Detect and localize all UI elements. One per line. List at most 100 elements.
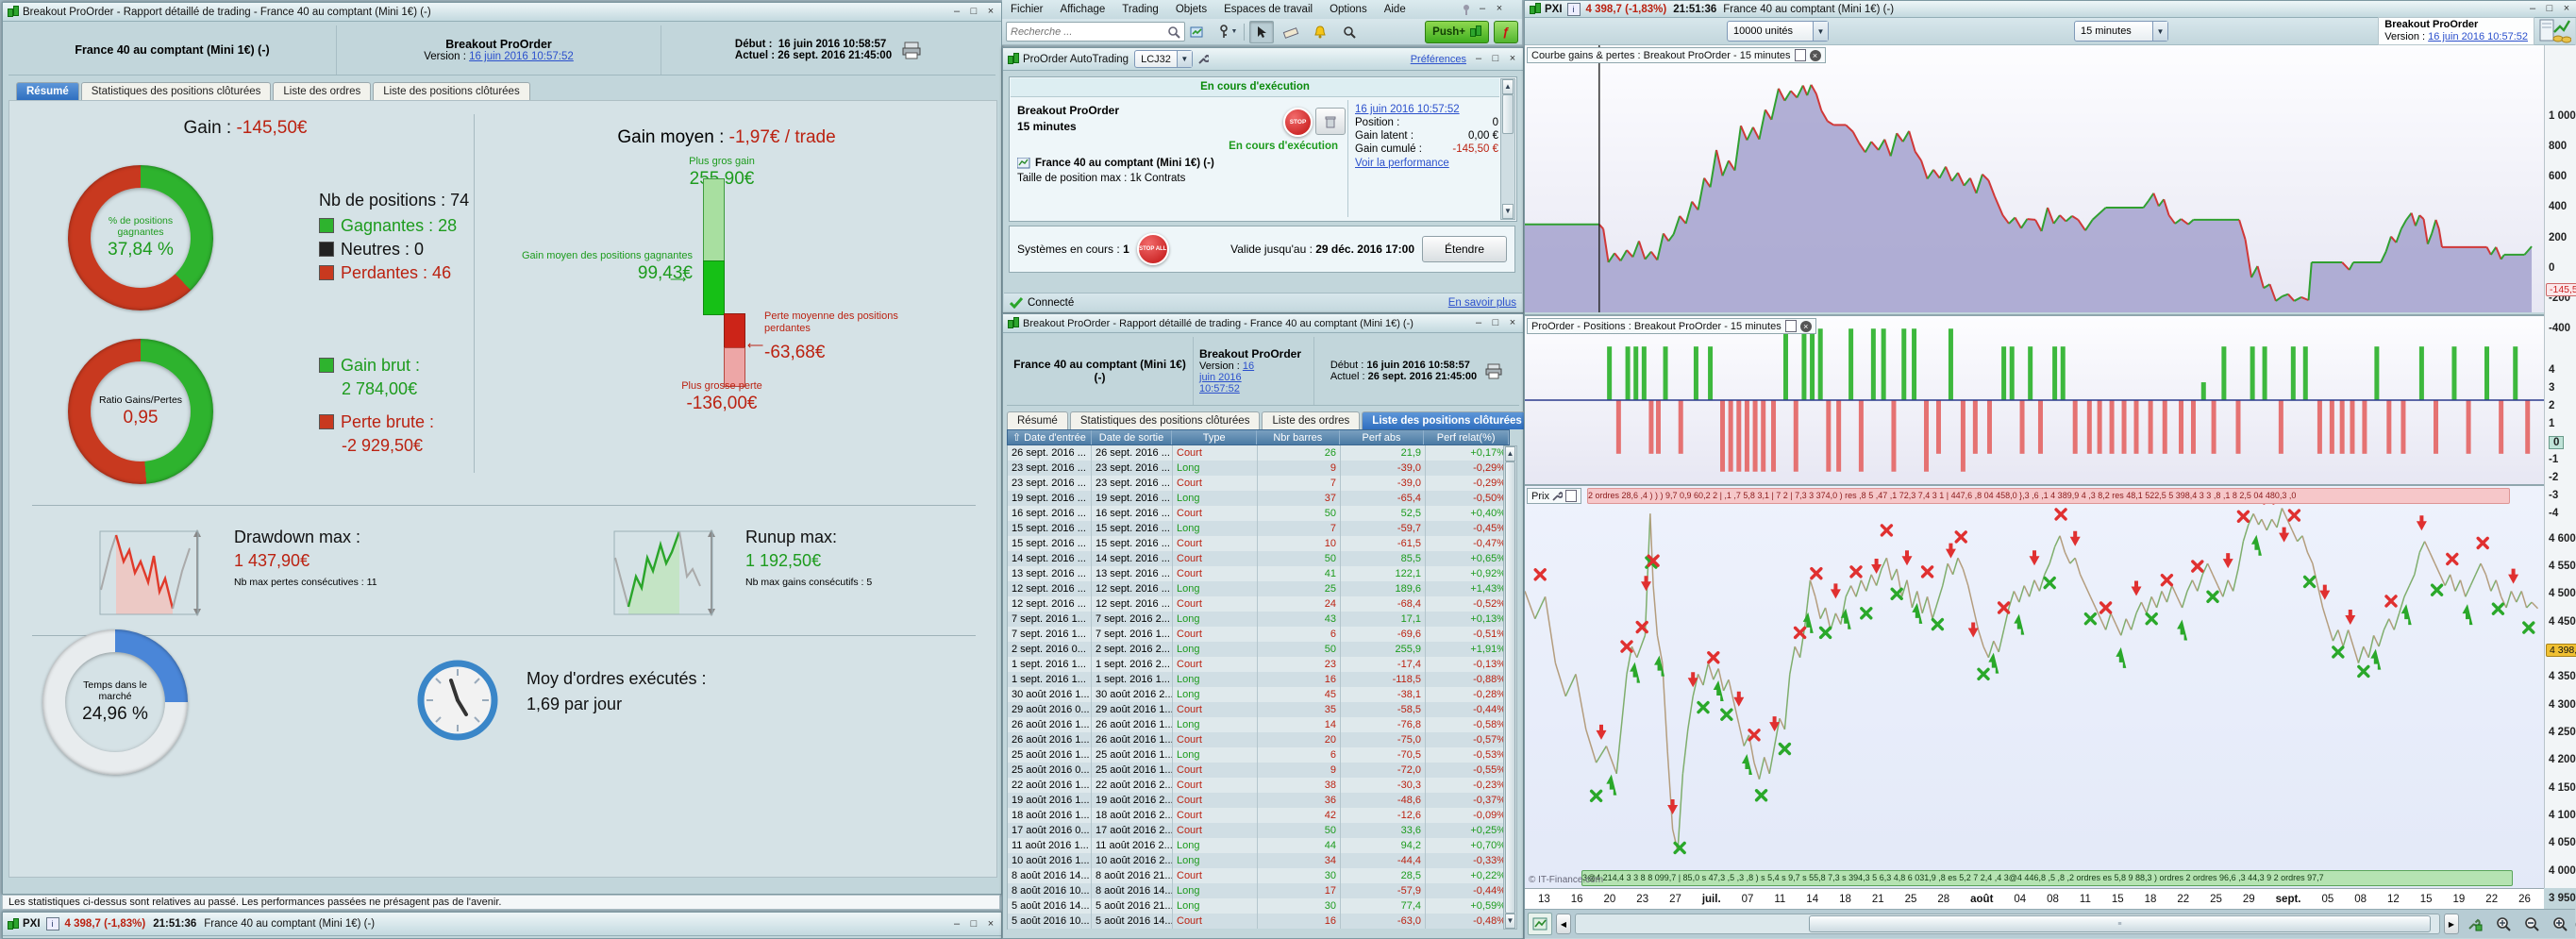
table-row[interactable]: 22 août 2016 1...22 août 2016 2...Court3…	[1008, 778, 1511, 793]
search-icon[interactable]	[1167, 25, 1180, 39]
column-header-4[interactable]: Nbr barres	[1257, 430, 1340, 444]
table-row[interactable]: 15 sept. 2016 ...15 sept. 2016 ...Court1…	[1008, 536, 1511, 551]
column-header-5[interactable]: Perf abs	[1340, 430, 1425, 444]
close-icon[interactable]: ×	[1810, 50, 1821, 61]
table-row[interactable]: 1 sept. 2016 1...1 sept. 2016 1...Long16…	[1008, 672, 1511, 687]
column-header-1[interactable]: ⇧ Date d'entrée	[1008, 430, 1092, 444]
alert-bell-icon[interactable]	[1308, 21, 1332, 43]
scrollbar-horizontal[interactable]: ≡	[1575, 914, 2440, 934]
minimize-icon[interactable]: –	[950, 6, 963, 18]
close-icon[interactable]: ×	[1800, 321, 1812, 332]
wrench-icon[interactable]	[1552, 491, 1563, 501]
menu-item-fichier[interactable]: Fichier	[1002, 2, 1052, 17]
preferences-link[interactable]: Préférences	[1411, 54, 1466, 65]
timeframe-dropdown[interactable]: 15 minutes▼	[2074, 21, 2168, 42]
printer-icon[interactable]	[901, 41, 922, 59]
table-row[interactable]: 11 août 2016 1...11 août 2016 2...Long44…	[1008, 838, 1511, 853]
scroll-down-icon[interactable]: ▼	[1502, 204, 1514, 219]
stop-all-button[interactable]: STOP ALL	[1137, 233, 1169, 265]
minimize-icon[interactable]: –	[2526, 3, 2539, 15]
wrench-icon[interactable]	[1193, 50, 1213, 69]
push-button[interactable]: Push+	[1425, 21, 1489, 43]
scroll-down-icon[interactable]: ▼	[1505, 914, 1515, 929]
table-row[interactable]: 10 août 2016 1...10 août 2016 2...Long34…	[1008, 853, 1511, 868]
column-header-3[interactable]: Type	[1172, 430, 1257, 444]
maximize-icon[interactable]: □	[2543, 3, 2556, 15]
table-row[interactable]: 19 sept. 2016 ...19 sept. 2016 ...Long37…	[1008, 491, 1511, 506]
table-row[interactable]: 18 août 2016 1...18 août 2016 2...Court4…	[1008, 808, 1511, 823]
table-row[interactable]: 5 août 2016 10...5 août 2016 14...Court1…	[1008, 914, 1511, 929]
column-header-2[interactable]: Date de sortie	[1092, 430, 1173, 444]
adjust-tool-icon[interactable]	[2463, 913, 2487, 935]
learn-more-link[interactable]: En savoir plus	[1448, 297, 1516, 309]
copy-icon[interactable]	[1785, 320, 1797, 332]
menu-item-affichage[interactable]: Affichage	[1052, 2, 1114, 17]
table-row[interactable]: 26 août 2016 1...26 août 2016 1...Court2…	[1008, 732, 1511, 747]
stop-button[interactable]: STOP	[1283, 108, 1313, 137]
table-row[interactable]: 29 août 2016 0...29 août 2016 1...Court3…	[1008, 702, 1511, 717]
table-row[interactable]: 1 sept. 2016 1...1 sept. 2016 2...Court2…	[1008, 657, 1511, 672]
pin-icon[interactable]	[1461, 4, 1472, 15]
tab-liste-des-ordres[interactable]: Liste des ordres	[273, 82, 371, 100]
table-row[interactable]: 7 sept. 2016 1...7 sept. 2016 1...Court6…	[1008, 627, 1511, 642]
equity-pane[interactable]: Courbe gains & pertes : Breakout ProOrde…	[1525, 45, 2544, 312]
scrollbar-thumb[interactable]: ≡	[1809, 915, 2431, 932]
table-row[interactable]: 25 août 2016 0...25 août 2016 1...Court9…	[1008, 763, 1511, 778]
report-coins-icon[interactable]	[2539, 19, 2571, 43]
info-icon[interactable]: i	[46, 917, 59, 931]
version-link[interactable]: 10:57:52	[1199, 383, 1240, 394]
positions-pane[interactable]: ProOrder - Positions : Breakout ProOrder…	[1525, 314, 2544, 484]
minimize-icon[interactable]: –	[1472, 317, 1485, 329]
table-row[interactable]: 2 sept. 2016 0...2 sept. 2016 2...Long50…	[1008, 642, 1511, 657]
table-row[interactable]: 26 août 2016 1...26 août 2016 1...Long14…	[1008, 717, 1511, 732]
scroll-left-icon[interactable]: ◀	[1556, 914, 1571, 934]
tab-r-sum-[interactable]: Résumé	[16, 82, 79, 100]
maximize-icon[interactable]: □	[967, 918, 980, 931]
menu-item-aide[interactable]: Aide	[1376, 2, 1414, 17]
scrollbar-vertical[interactable]: ▲ ▼	[1500, 78, 1515, 220]
column-header-6[interactable]: Perf relat(%)	[1424, 430, 1509, 444]
search-input[interactable]	[1006, 22, 1185, 42]
chart-titlebar[interactable]: PXI i 4 398,7 (-1,83%) 21:51:36 France 4…	[1525, 1, 2576, 18]
tab-liste-des-ordres[interactable]: Liste des ordres	[1262, 411, 1360, 429]
minimize-icon[interactable]: –	[950, 918, 963, 931]
minimize-icon[interactable]: –	[1476, 3, 1489, 15]
menu-item-objets[interactable]: Objets	[1167, 2, 1215, 17]
zoom-fit-icon[interactable]	[2491, 913, 2516, 935]
table-row[interactable]: 12 sept. 2016 ...12 sept. 2016 ...Court2…	[1008, 596, 1511, 612]
table-row[interactable]: 13 sept. 2016 ...13 sept. 2016 ...Court4…	[1008, 566, 1511, 581]
menu-item-options[interactable]: Options	[1321, 2, 1376, 17]
close-icon[interactable]: ×	[1506, 317, 1519, 329]
tab-liste-des-positions-cl-tur-es[interactable]: Liste des positions clôturées	[1362, 411, 1531, 429]
table-scrollbar[interactable]: ▲ ▼	[1503, 445, 1517, 930]
key-tool-icon[interactable]: ▼	[1214, 21, 1239, 43]
table-row[interactable]: 16 sept. 2016 ...16 sept. 2016 ...Court5…	[1008, 506, 1511, 521]
table-row[interactable]: 30 août 2016 1...30 août 2016 2...Long45…	[1008, 687, 1511, 702]
function-button[interactable]: ƒ	[1494, 21, 1518, 43]
copy-icon[interactable]	[1795, 49, 1806, 61]
table-row[interactable]: 19 août 2016 1...19 août 2016 2...Court3…	[1008, 793, 1511, 808]
version-link[interactable]: juin 2016	[1199, 372, 1242, 383]
pxi-minimized-bar[interactable]: PXI i 4 398,7 (-1,83%) 21:51:36 France 4…	[2, 912, 1002, 939]
trash-button[interactable]	[1315, 108, 1346, 135]
performance-link[interactable]: Voir la performance	[1355, 158, 1498, 169]
info-icon[interactable]: i	[1567, 3, 1581, 16]
version-link[interactable]: 16 juin 2016 10:57:52	[2428, 31, 2528, 42]
units-dropdown[interactable]: 10000 unités▼	[1727, 21, 1829, 42]
table-row[interactable]: 5 août 2016 14...5 août 2016 21...Long30…	[1008, 898, 1511, 914]
table-row[interactable]: 25 août 2016 1...25 août 2016 1...Long6-…	[1008, 747, 1511, 763]
menu-item-trading[interactable]: Trading	[1113, 2, 1167, 17]
table-row[interactable]: 8 août 2016 10...8 août 2016 14...Long17…	[1008, 883, 1511, 898]
zoom-out-icon[interactable]	[2519, 913, 2544, 935]
close-icon[interactable]: ×	[984, 6, 997, 18]
zoom-tool-icon[interactable]	[1337, 21, 1362, 43]
ruler-tool-icon[interactable]	[1279, 21, 1303, 43]
maximize-icon[interactable]: □	[1489, 317, 1502, 329]
copy-icon[interactable]	[1565, 490, 1577, 502]
close-icon[interactable]: ×	[1493, 3, 1506, 15]
profile-dropdown[interactable]: LCJ32▼	[1134, 50, 1193, 68]
tab-liste-des-positions-cl-tur-es[interactable]: Liste des positions clôturées	[373, 82, 529, 100]
autotrading-titlebar[interactable]: ProOrder AutoTrading LCJ32▼ Préférences …	[1003, 48, 1523, 71]
price-pane[interactable]: Prix 2 ordres 28,6 ,4 ) ) ) 9,7 0,9 60,2…	[1525, 484, 2544, 890]
version-link[interactable]: 16 juin 2016 10:57:52	[469, 51, 574, 62]
